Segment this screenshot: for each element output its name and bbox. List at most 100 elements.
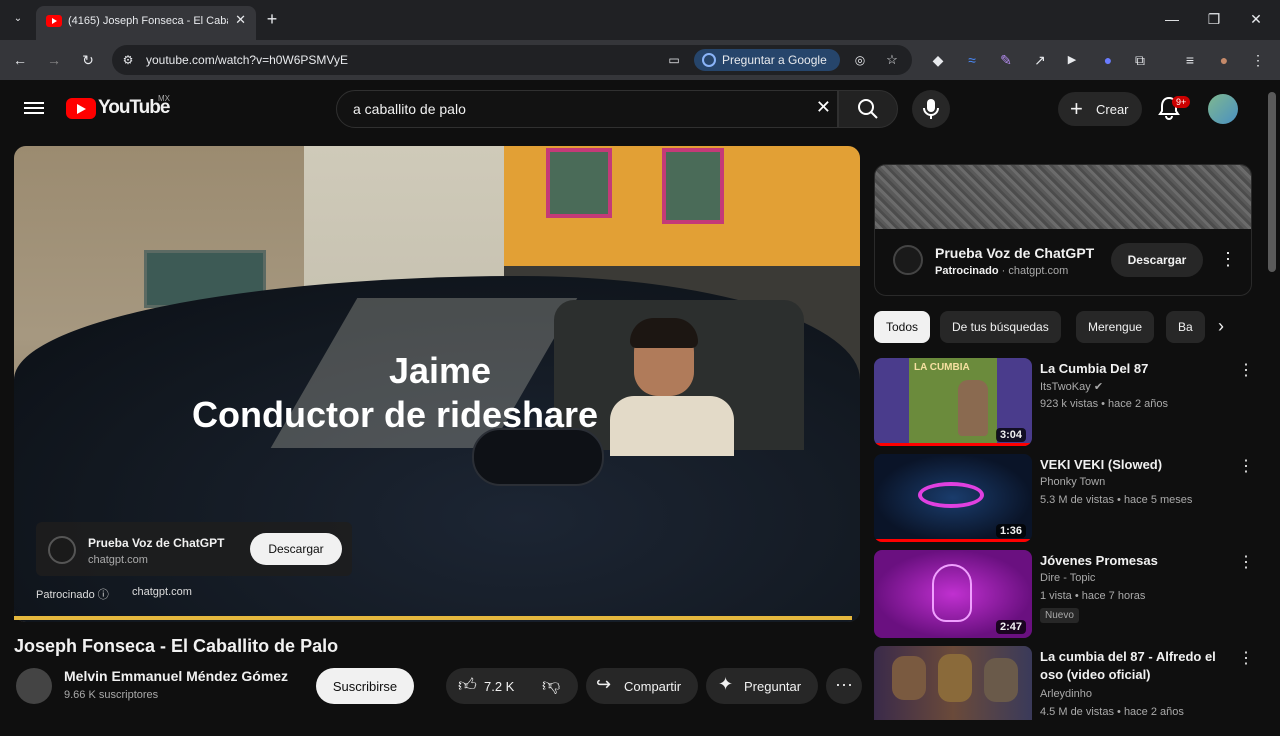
extension-play-icon[interactable]: ▶ [1062, 50, 1082, 70]
sidebar-ad[interactable]: Prueba Voz de ChatGPT Patrocinado · chat… [874, 164, 1252, 296]
tab-close-icon[interactable]: ✕ [235, 12, 246, 28]
video-caption-name: Jaime [388, 350, 492, 391]
sponsored-label: Patrocinado ⓘ [36, 586, 109, 602]
subscribe-button[interactable]: Suscribirse [316, 668, 414, 704]
sidebar-ad-domain: chatgpt.com [1008, 265, 1069, 277]
verified-icon: ✔ [1093, 381, 1104, 393]
watched-progress [874, 443, 1032, 446]
share-label: Compartir [624, 679, 682, 694]
ask-google-button[interactable]: Preguntar a Google [694, 49, 840, 71]
extensions-puzzle-icon[interactable]: ⧉ [1130, 50, 1150, 70]
reload-icon[interactable]: ↻ [78, 50, 98, 70]
extension-pin-icon[interactable]: ↗ [1030, 50, 1050, 70]
video-player[interactable]: Jaime Conductor de rideshare Prueba Voz … [14, 146, 860, 622]
account-avatar[interactable] [1208, 94, 1238, 124]
extension-circle-icon[interactable]: ● [1098, 50, 1118, 70]
chip-merengue[interactable]: Merengue [1076, 311, 1155, 343]
minimize-icon[interactable]: — [1162, 9, 1182, 29]
browser-tab[interactable]: (4165) Joseph Fonseca - El Caballito de … [36, 6, 256, 40]
item-menu-icon[interactable]: ⋮ [1238, 456, 1254, 476]
list-item[interactable]: 1:36 VEKI VEKI (Slowed) Phonky Town 5.3 … [874, 454, 1254, 544]
forward-icon[interactable]: → [44, 50, 64, 70]
ask-button[interactable]: ✦ Preguntar [706, 668, 818, 704]
like-count[interactable]: 7.2 K [484, 679, 514, 694]
ask-google-label: Preguntar a Google [722, 53, 827, 67]
chip-more[interactable]: Ba [1166, 311, 1205, 343]
new-tab-icon[interactable]: + [262, 9, 282, 29]
sidebar-ad-download-button[interactable]: Descargar [1111, 243, 1203, 277]
youtube-header: YouTube MX a caballito de palo ✕ + Crear [0, 84, 1280, 134]
channel-name[interactable]: ItsTwoKay ✔ [1040, 380, 1103, 393]
info-icon[interactable]: ⓘ [98, 589, 109, 601]
search-input[interactable]: a caballito de palo ✕ [336, 90, 838, 128]
ad-banner-image [875, 165, 1251, 229]
list-item[interactable]: 2:47 Jóvenes Promesas Dire - Topic 1 vis… [874, 550, 1254, 640]
item-menu-icon[interactable]: ⋮ [1238, 360, 1254, 380]
thumbnail-figure [958, 380, 988, 436]
search-button[interactable] [838, 90, 898, 128]
sparkle-icon: ✦ [718, 674, 734, 694]
video-title[interactable]: La Cumbia Del 87 [1040, 360, 1226, 378]
restore-icon[interactable]: ❐ [1204, 9, 1224, 29]
channel-name[interactable]: Arleydinho [1040, 688, 1092, 700]
like-dislike-group: 👍︎ 7.2 K 👎︎ [446, 668, 578, 704]
hamburger-menu-icon[interactable] [24, 99, 44, 117]
sponsored-text: Patrocinado [36, 589, 95, 601]
video-scene-mirror [472, 428, 604, 486]
more-actions-button[interactable]: ··· [826, 668, 862, 704]
window-close-icon[interactable]: ✕ [1246, 9, 1266, 29]
dislike-icon[interactable]: 👎︎ [542, 674, 560, 696]
page-scrollbar[interactable] [1268, 92, 1276, 272]
item-menu-icon[interactable]: ⋮ [1238, 648, 1254, 668]
channel-avatar[interactable] [16, 668, 52, 704]
video-thumbnail[interactable]: 2:47 [874, 550, 1032, 638]
extension-feather-icon[interactable]: ✎ [996, 50, 1016, 70]
clear-search-icon[interactable]: ✕ [816, 97, 831, 118]
channel-name[interactable]: Phonky Town [1040, 476, 1105, 488]
back-icon[interactable]: ← [10, 50, 30, 70]
extension-wave-icon[interactable]: ≈ [962, 50, 982, 70]
profile-icon[interactable]: ● [1214, 50, 1234, 70]
voice-search-button[interactable] [912, 90, 950, 128]
thumbnail-face [932, 564, 972, 622]
list-item[interactable]: LA CUMBIA 3:04 La Cumbia Del 87 ItsTwoKa… [874, 358, 1254, 448]
video-title[interactable]: La cumbia del 87 - Alfredo el oso (video… [1040, 648, 1226, 684]
video-scene-driver-body [610, 396, 734, 456]
youtube-logo-icon[interactable] [66, 98, 96, 119]
reading-list-icon[interactable]: ≡ [1180, 50, 1200, 70]
video-title[interactable]: Jóvenes Promesas [1040, 552, 1226, 570]
bookmark-star-icon[interactable]: ☆ [882, 50, 902, 70]
chip-from-searches[interactable]: De tus búsquedas [940, 311, 1061, 343]
ad-domain: chatgpt.com [88, 554, 148, 566]
chevron-right-icon[interactable]: › [1218, 316, 1224, 337]
sponsored-domain[interactable]: chatgpt.com [132, 586, 192, 598]
video-thumbnail[interactable]: 1:36 [874, 454, 1032, 542]
site-info-icon[interactable]: ⚙ [118, 50, 138, 70]
google-lens-icon [702, 53, 716, 67]
item-menu-icon[interactable]: ⋮ [1238, 552, 1254, 572]
address-bar[interactable]: ⚙ youtube.com/watch?v=h0W6PSMVyE ▭ Pregu… [112, 45, 912, 75]
create-button[interactable]: + Crear [1058, 92, 1142, 126]
like-icon[interactable]: 👍︎ [458, 674, 477, 696]
video-thumbnail[interactable]: LA CUMBIA 3:04 [874, 358, 1032, 446]
cast-icon[interactable]: ▭ [664, 50, 684, 70]
share-button[interactable]: ↪ Compartir [586, 668, 698, 704]
eye-off-icon[interactable]: ◎ [850, 50, 870, 70]
ad-progress-bar[interactable] [14, 616, 852, 620]
channel-name[interactable]: Dire - Topic [1040, 572, 1095, 584]
chip-all[interactable]: Todos [874, 311, 931, 343]
extension-diamond-icon[interactable]: ◆ [928, 50, 948, 70]
video-title[interactable]: VEKI VEKI (Slowed) [1040, 456, 1226, 474]
browser-menu-icon[interactable]: ⋮ [1248, 50, 1268, 70]
list-item[interactable]: La cumbia del 87 - Alfredo el oso (video… [874, 646, 1254, 736]
video-duration: 3:04 [995, 428, 1026, 442]
sidebar-ad-menu-icon[interactable]: ⋮ [1219, 249, 1237, 270]
ad-download-button[interactable]: Descargar [250, 533, 342, 565]
video-thumbnail[interactable] [874, 646, 1032, 720]
new-badge: Nuevo [1040, 608, 1079, 623]
video-stats: 4.5 M de vistas • hace 2 años [1040, 706, 1184, 718]
tab-search-icon[interactable]: ⌄ [8, 9, 28, 29]
channel-name[interactable]: Melvin Emmanuel Méndez Gómez [64, 668, 288, 684]
browser-toolbar: ← → ↻ ⚙ youtube.com/watch?v=h0W6PSMVyE ▭… [0, 40, 1280, 80]
player-ad-card[interactable]: Prueba Voz de ChatGPT chatgpt.com Descar… [36, 522, 352, 576]
